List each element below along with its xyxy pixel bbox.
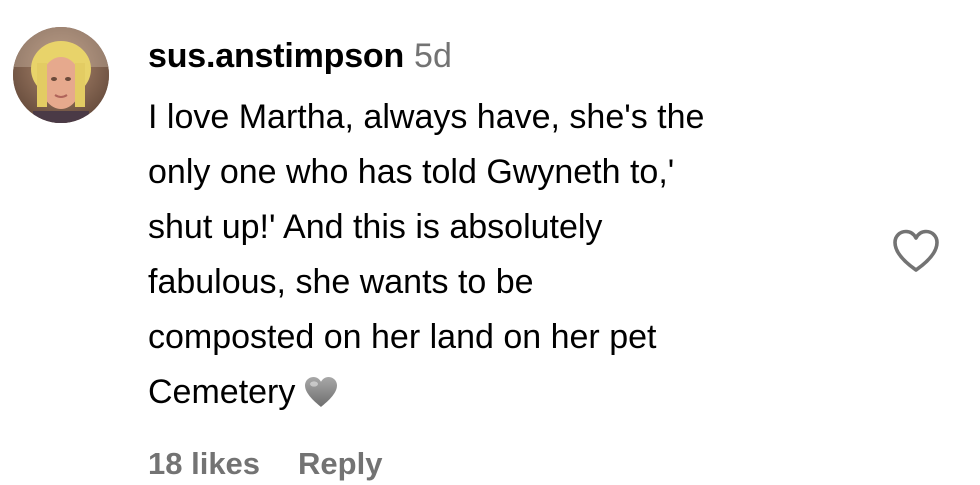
likes-count[interactable]: 18 likes [148,446,260,481]
comment-text-line: shut up!' And this is absolutely [148,208,603,246]
comment-text-line: Cemetery [148,373,296,411]
heart-outline-icon[interactable] [890,226,942,276]
comment-text-line: only one who has told Gwyneth to,' [148,153,675,191]
comment-text-last-line: Cemetery [148,365,888,426]
comment: sus.anstimpson 5d I love Martha, always h… [0,0,980,485]
avatar[interactable] [13,27,109,123]
grey-heart-icon [303,371,339,426]
comment-footer: 18 likes Reply [148,446,382,482]
comment-body: sus.anstimpson 5d I love Martha, always h… [148,36,888,426]
comment-text-line: fabulous, she wants to be [148,263,534,301]
username[interactable]: sus.anstimpson [148,37,404,75]
timestamp[interactable]: 5d [414,37,452,75]
comment-text: I love Martha, always have, she's the on… [148,90,888,426]
comment-header: sus.anstimpson 5d [148,36,888,76]
comment-text-line: I love Martha, always have, she's the [148,98,705,136]
comment-text-line: composted on her land on her pet [148,318,657,356]
reply-button[interactable]: Reply [298,446,382,481]
